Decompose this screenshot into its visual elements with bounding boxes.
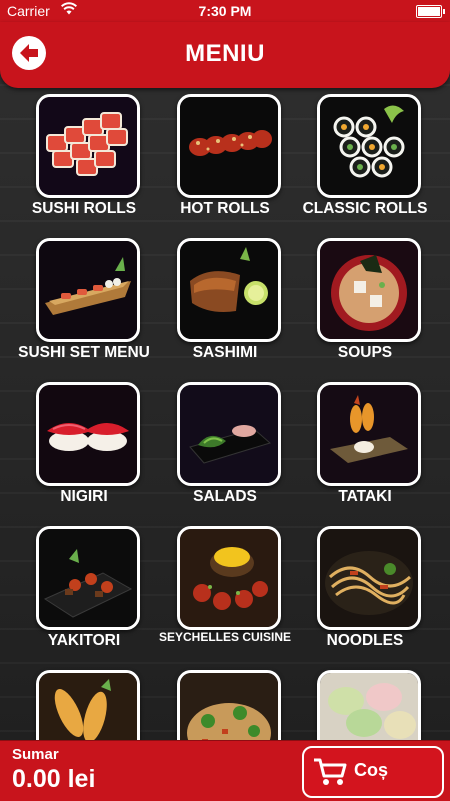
category-sushi-set-menu[interactable]: SUSHI SET MENU: [18, 232, 150, 372]
category-label: NIGIRI: [60, 488, 108, 505]
page-title: MENIU: [185, 40, 265, 67]
category-label: SOUPS: [337, 344, 393, 361]
category-tile[interactable]: [165, 664, 285, 740]
summary-label: Sumar: [12, 746, 59, 763]
cart-label: Coș: [354, 760, 389, 780]
category-label: SEYCHELLES CUISINE: [158, 630, 292, 644]
seychelles-cuisine-image: [177, 526, 281, 630]
category-label: SASHIMI: [192, 344, 258, 361]
category-salads[interactable]: SALADS: [165, 376, 285, 516]
category-grid: SUSHI ROLLS HOT ROLLS CLASSIC ROLLS SUSH…: [0, 88, 450, 740]
category-sashimi[interactable]: SASHIMI: [165, 232, 285, 372]
battery-icon: [416, 5, 445, 18]
fried-rice-image: [177, 670, 281, 740]
category-tile[interactable]: [24, 664, 144, 740]
hot-rolls-image: [177, 94, 281, 198]
salads-image: [177, 382, 281, 486]
clock: 7:30 PM: [198, 3, 252, 19]
noodles-image: [317, 526, 421, 630]
mochi-image: [317, 670, 421, 740]
category-label: CLASSIC ROLLS: [302, 200, 428, 217]
category-sushi-rolls[interactable]: SUSHI ROLLS: [24, 88, 144, 228]
category-label: SUSHI SET MENU: [18, 344, 150, 361]
sushi-set-menu-image: [36, 238, 140, 342]
category-label: YAKITORI: [47, 632, 121, 649]
status-bar: Carrier 7:30 PM: [0, 0, 450, 22]
tataki-image: [317, 382, 421, 486]
category-seychelles-cuisine[interactable]: SEYCHELLES CUISINE: [159, 520, 291, 660]
shopping-cart-icon: [312, 756, 348, 788]
category-yakitori[interactable]: YAKITORI: [24, 520, 144, 660]
category-label: TATAKI: [338, 488, 392, 505]
category-noodles[interactable]: NOODLES: [305, 520, 425, 660]
category-tataki[interactable]: TATAKI: [305, 376, 425, 516]
header-bar: MENIU: [0, 22, 450, 88]
category-label: HOT ROLLS: [180, 200, 270, 217]
category-classic-rolls[interactable]: CLASSIC ROLLS: [303, 88, 427, 228]
nigiri-image: [36, 382, 140, 486]
yakitori-image: [36, 526, 140, 630]
summary-value: 0.00 lei: [12, 765, 96, 793]
category-label: SUSHI ROLLS: [31, 200, 137, 217]
category-label: SALADS: [193, 488, 257, 505]
soups-image: [317, 238, 421, 342]
footer-bar: Sumar 0.00 lei Coș: [0, 740, 450, 801]
sushi-rolls-image: [36, 94, 140, 198]
classic-rolls-image: [317, 94, 421, 198]
category-soups[interactable]: SOUPS: [305, 232, 425, 372]
category-hot-rolls[interactable]: HOT ROLLS: [165, 88, 285, 228]
tempura-image: [36, 670, 140, 740]
category-nigiri[interactable]: NIGIRI: [24, 376, 144, 516]
cart-button[interactable]: Coș: [302, 746, 444, 798]
category-tile[interactable]: [305, 664, 425, 740]
category-label: NOODLES: [326, 632, 404, 649]
sashimi-image: [177, 238, 281, 342]
